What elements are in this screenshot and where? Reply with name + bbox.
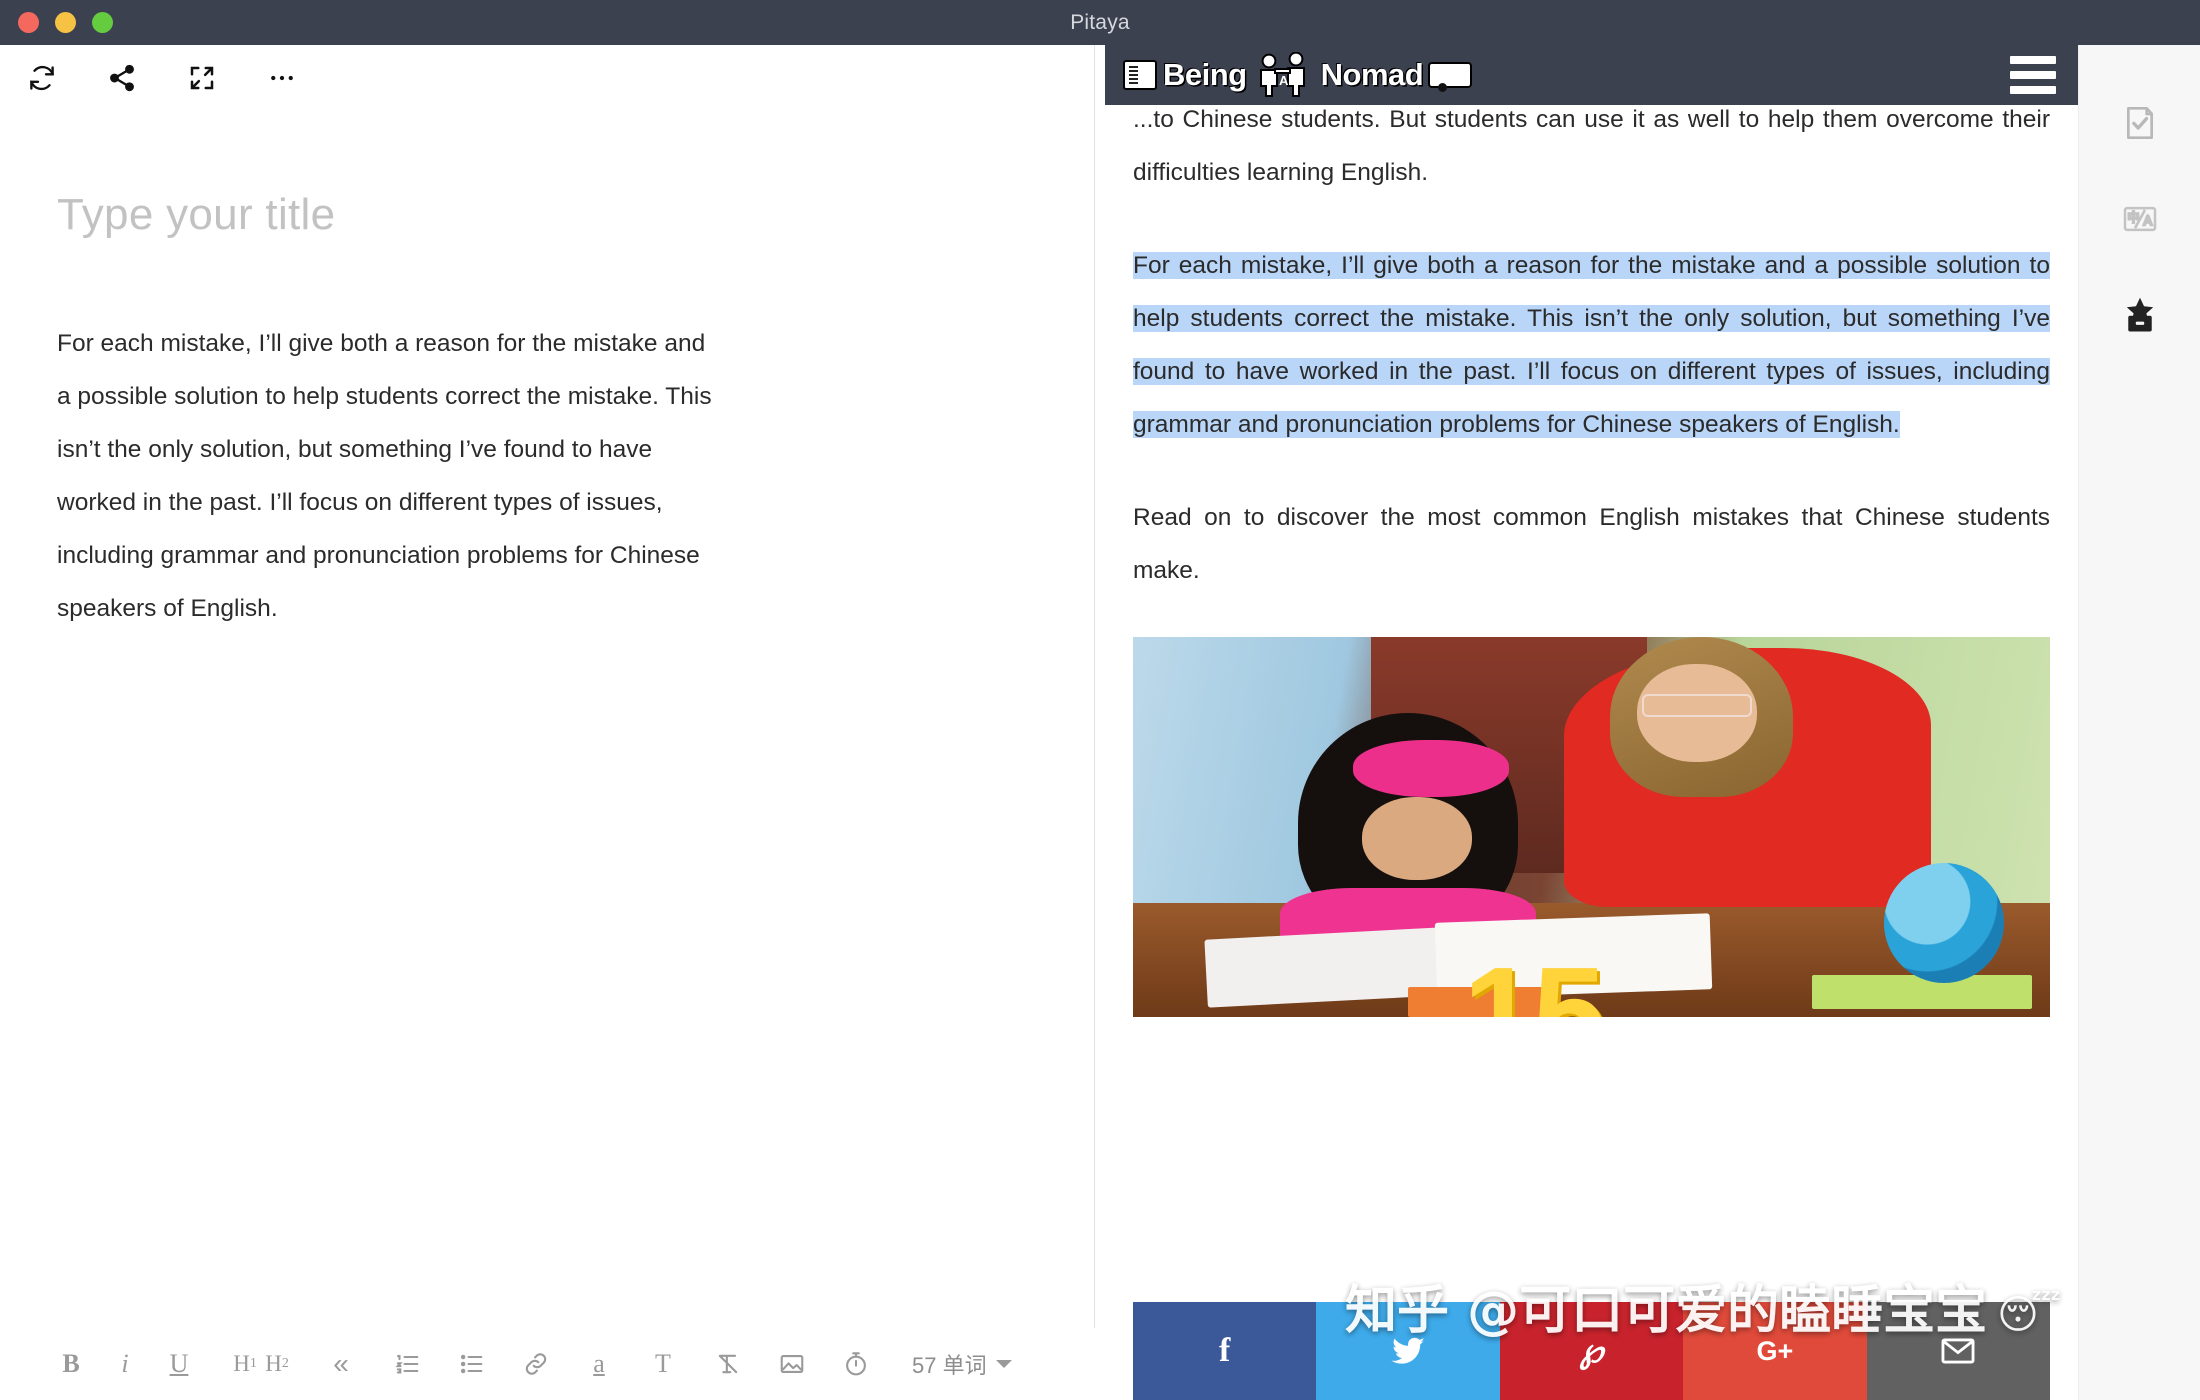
- heading2-button[interactable]: H2: [264, 1344, 290, 1384]
- right-icon-sidebar: 中 A: [2078, 45, 2200, 1400]
- word-count-selector[interactable]: 57 单词: [912, 1348, 1012, 1380]
- h2-letter: H: [265, 1351, 282, 1376]
- student-hair-bow: [1353, 739, 1509, 797]
- site-logo[interactable]: Being A Nomad: [1123, 51, 1473, 98]
- globe: [1884, 862, 2005, 983]
- hamburger-bar-2: [2010, 71, 2056, 79]
- logo-text-nomad: Nomad: [1320, 57, 1424, 92]
- more-icon[interactable]: [262, 58, 302, 98]
- minimize-window-button[interactable]: [55, 12, 76, 33]
- hamburger-bar-1: [2010, 56, 2056, 64]
- underline-button[interactable]: U: [166, 1344, 192, 1384]
- hero-overlay-number: 15: [1463, 947, 1606, 1017]
- checklist-icon[interactable]: [2117, 100, 2163, 146]
- close-window-button[interactable]: [18, 12, 39, 33]
- document-title-placeholder[interactable]: Type your title: [57, 190, 335, 240]
- heading1-button[interactable]: H1: [232, 1344, 258, 1384]
- book-green: [1811, 975, 2032, 1010]
- format-toolbar: B i U H1 H2 « a T 57 单词: [0, 1328, 1095, 1400]
- preview-pane: ...to Chinese students. But students can…: [1105, 45, 2078, 1400]
- watermark-emoji: 😴: [1997, 1292, 2062, 1338]
- preview-paragraph-readon: Read on to discover the most common Engl…: [1133, 504, 2050, 584]
- clear-format-icon[interactable]: [714, 1344, 742, 1384]
- app-window: Pitaya Type your title For each mistake,…: [0, 0, 2200, 1400]
- translate-icon[interactable]: 中 A: [2117, 196, 2163, 242]
- facebook-share-button[interactable]: f: [1133, 1302, 1317, 1400]
- watermark-text: 知乎 @可口可爱的瞌睡宝宝 😴: [1345, 1268, 2061, 1343]
- hamburger-bar-3: [2010, 86, 2056, 94]
- bold-button[interactable]: B: [58, 1344, 84, 1384]
- window-title: Pitaya: [1070, 10, 1130, 34]
- window-titlebar: Pitaya: [0, 0, 2200, 45]
- ordered-list-icon[interactable]: [394, 1344, 422, 1384]
- italic-button[interactable]: i: [112, 1344, 138, 1384]
- share-icon[interactable]: [102, 58, 142, 98]
- maximize-window-button[interactable]: [92, 12, 113, 33]
- timer-icon[interactable]: [842, 1344, 870, 1384]
- svg-text:中: 中: [2127, 211, 2139, 225]
- teacher-glasses: [1641, 694, 1752, 717]
- preview-paragraph-intro: ...to Chinese students. But students can…: [1133, 106, 2050, 186]
- document-body-text[interactable]: For each mistake, I’ll give both a reaso…: [57, 317, 717, 635]
- highlight-button[interactable]: a: [586, 1344, 612, 1384]
- hamburger-menu-icon[interactable]: [2010, 56, 2056, 94]
- text-style-button[interactable]: T: [650, 1344, 676, 1384]
- student-face: [1362, 796, 1473, 881]
- archive-icon[interactable]: [2117, 292, 2163, 338]
- sync-icon[interactable]: [22, 58, 62, 98]
- preview-selected-block: For each mistake, I’ll give both a reaso…: [1133, 239, 2050, 451]
- editor-top-toolbar: [0, 45, 1094, 110]
- svg-text:A: A: [1279, 73, 1289, 88]
- chevron-down-icon: [995, 1360, 1012, 1368]
- blockquote-button[interactable]: «: [328, 1344, 354, 1384]
- svg-text:A: A: [2143, 214, 2152, 228]
- window-traffic-lights: [18, 0, 113, 45]
- bullet-list-icon[interactable]: [458, 1344, 486, 1384]
- logo-badge-icon: [1123, 60, 1157, 90]
- word-count-label: 57 单词: [912, 1353, 987, 1378]
- editor-pane: Type your title For each mistake, I’ll g…: [0, 45, 1095, 1400]
- preview-article: ...to Chinese students. But students can…: [1105, 45, 2078, 1017]
- preview-paragraph-selected[interactable]: For each mistake, I’ll give both a reaso…: [1133, 252, 2050, 438]
- site-header: Being A Nomad: [1105, 45, 2078, 105]
- link-icon[interactable]: [522, 1344, 550, 1384]
- image-icon[interactable]: [778, 1344, 806, 1384]
- preview-hero-image: 15: [1133, 637, 2050, 1017]
- h2-sub: 2: [281, 1356, 289, 1371]
- logo-caravan-icon: [1428, 62, 1473, 92]
- watermark-label: 知乎 @可口可爱的瞌睡宝宝: [1345, 1281, 1988, 1341]
- fullscreen-icon[interactable]: [182, 58, 222, 98]
- h1-letter: H: [233, 1351, 250, 1376]
- logo-text-being: Being: [1163, 57, 1247, 92]
- h1-sub: 1: [249, 1356, 257, 1371]
- logo-family-icon: A: [1251, 51, 1317, 98]
